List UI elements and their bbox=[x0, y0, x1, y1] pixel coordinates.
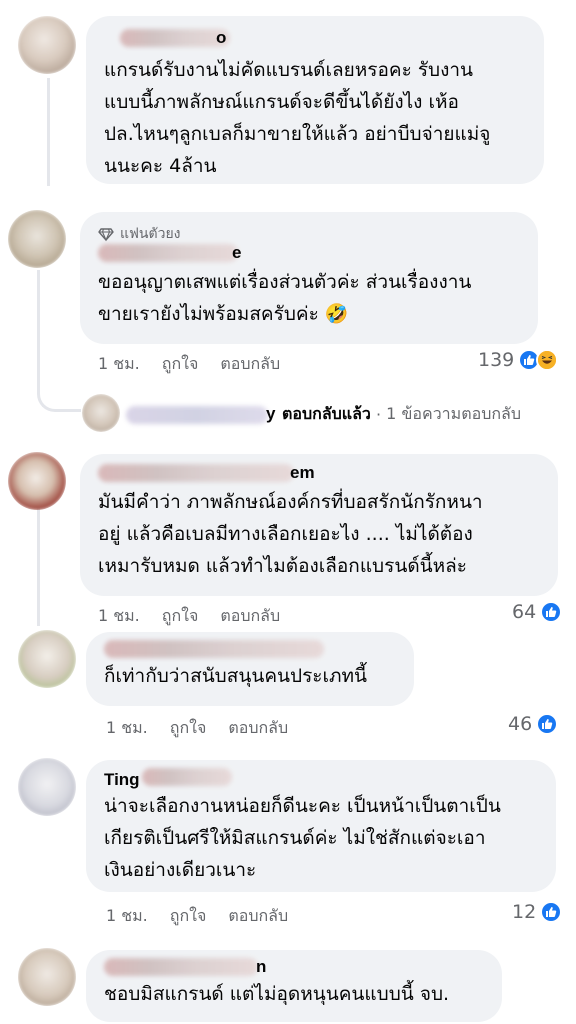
commenter-name[interactable]: o bbox=[104, 28, 526, 50]
comment-time[interactable]: 1 ชม. bbox=[98, 604, 140, 629]
thread-connector bbox=[37, 270, 81, 412]
comment-text: ชอบมิสแกรนด์ แต่ไม่อุดหนุนคนแบบนี้ จบ. bbox=[104, 983, 450, 1005]
comment-actions: 1 ชม. ถูกใจ ตอบกลับ bbox=[98, 604, 280, 629]
reaction-summary[interactable]: 12 bbox=[512, 901, 563, 923]
avatar[interactable] bbox=[18, 16, 76, 74]
like-icon bbox=[536, 713, 559, 735]
comment-time[interactable]: 1 ชม. bbox=[106, 716, 148, 741]
reply-button[interactable]: ตอบกลับ bbox=[220, 352, 280, 377]
commenter-name[interactable]: e bbox=[98, 243, 520, 264]
top-fan-badge: แฟนตัวยง bbox=[98, 224, 520, 244]
thread-line bbox=[37, 498, 40, 626]
avatar[interactable] bbox=[8, 210, 66, 268]
reply-button[interactable]: ตอบกลับ bbox=[220, 604, 280, 629]
thread-line bbox=[47, 78, 50, 186]
comment-bubble: ก็เท่ากับว่าสนับสนุนคนประเภทนี้ bbox=[86, 632, 414, 706]
reaction-count: 46 bbox=[508, 713, 533, 735]
like-button[interactable]: ถูกใจ bbox=[162, 352, 199, 377]
comment-text: ก็เท่ากับว่าสนับสนุนคนประเภทนี้ bbox=[104, 665, 368, 687]
comment-text: น่าจะเลือกงานหน่อยก็ดีนะคะ เป็นหน้าเป็นต… bbox=[104, 795, 501, 881]
avatar[interactable] bbox=[18, 758, 76, 816]
reply-button[interactable]: ตอบกลับ bbox=[228, 904, 288, 929]
like-button[interactable]: ถูกใจ bbox=[170, 904, 207, 929]
badge-label: แฟนตัวยง bbox=[120, 226, 181, 242]
haha-icon bbox=[536, 349, 559, 371]
reaction-summary[interactable]: 139 bbox=[478, 349, 559, 371]
reaction-summary[interactable]: 64 bbox=[512, 601, 563, 623]
comment-text: มันมีคำว่า ภาพลักษณ์องค์กรที่บอสรักนักรั… bbox=[98, 491, 483, 577]
comment-actions: 1 ชม. ถูกใจ ตอบกลับ bbox=[106, 904, 288, 929]
avatar[interactable] bbox=[82, 394, 120, 432]
commenter-name[interactable]: n bbox=[104, 957, 484, 978]
reaction-count: 139 bbox=[478, 349, 515, 371]
view-replies-link[interactable]: y ตอบกลับแล้ว · 1 ข้อความตอบกลับ bbox=[126, 402, 521, 427]
comment-text: ขออนุญาตเสพแต่เรื่องส่วนตัวค่ะ ส่วนเรื่อ… bbox=[98, 271, 472, 325]
avatar[interactable] bbox=[18, 948, 76, 1006]
reaction-summary[interactable]: 46 bbox=[508, 713, 559, 735]
replied-label: ตอบกลับแล้ว bbox=[282, 404, 371, 423]
comment-time[interactable]: 1 ชม. bbox=[98, 352, 140, 377]
like-button[interactable]: ถูกใจ bbox=[162, 604, 199, 629]
like-button[interactable]: ถูกใจ bbox=[170, 716, 207, 741]
separator-dot: · bbox=[370, 405, 387, 424]
comment-bubble: แฟนตัวยง e ขออนุญาตเสพแต่เรื่องส่วนตัวค่… bbox=[80, 212, 538, 344]
comment-bubble: n ชอบมิสแกรนด์ แต่ไม่อุดหนุนคนแบบนี้ จบ. bbox=[86, 950, 502, 1022]
commenter-name[interactable]: em bbox=[98, 463, 540, 484]
avatar[interactable] bbox=[8, 452, 66, 510]
comment-bubble: Ting น่าจะเลือกงานหน่อยก็ดีนะคะ เป็นหน้า… bbox=[86, 760, 556, 892]
comment-bubble: em มันมีคำว่า ภาพลักษณ์องค์กรที่บอสรักนั… bbox=[80, 454, 558, 596]
reaction-count: 64 bbox=[512, 601, 537, 623]
reply-button[interactable]: ตอบกลับ bbox=[228, 716, 288, 741]
comment-bubble: o แกรนด์รับงานไม่คัดแบรนด์เลยหรอคะ รับงา… bbox=[86, 16, 544, 184]
comment-actions: 1 ชม. ถูกใจ ตอบกลับ bbox=[98, 352, 280, 377]
reaction-count: 12 bbox=[512, 901, 537, 923]
commenter-name[interactable] bbox=[104, 640, 396, 660]
diamond-icon bbox=[98, 228, 114, 242]
like-icon bbox=[540, 901, 563, 923]
comment-text: แกรนด์รับงานไม่คัดแบรนด์เลยหรอคะ รับงาน … bbox=[104, 59, 491, 177]
reply-count-label: 1 ข้อความตอบกลับ bbox=[386, 404, 522, 423]
comment-time[interactable]: 1 ชม. bbox=[106, 904, 148, 929]
avatar[interactable] bbox=[18, 630, 76, 688]
like-icon bbox=[540, 601, 563, 623]
commenter-name[interactable]: Ting bbox=[104, 768, 538, 789]
comment-actions: 1 ชม. ถูกใจ ตอบกลับ bbox=[106, 716, 288, 741]
